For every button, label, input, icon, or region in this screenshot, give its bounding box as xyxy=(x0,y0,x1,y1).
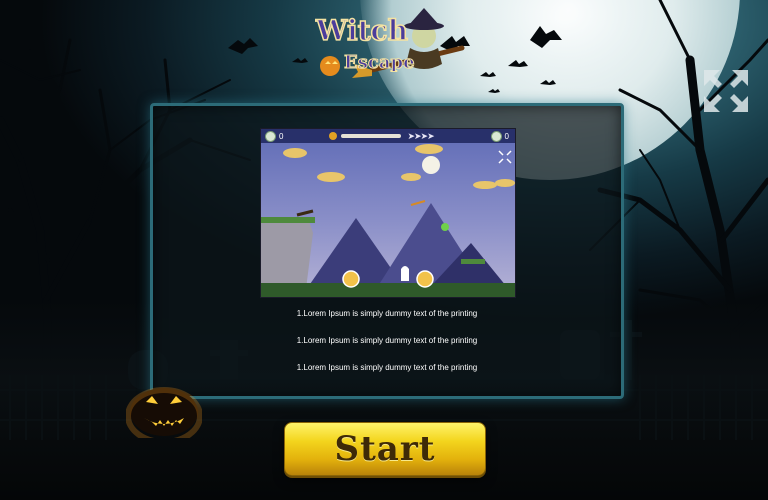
coin-icon xyxy=(265,130,276,142)
progress-bar xyxy=(341,134,402,138)
preview-scene xyxy=(261,144,515,297)
logo-title-line2: Escape xyxy=(344,52,415,73)
instruction-2: 1.Lorem Ipsum is simply dummy text of th… xyxy=(296,336,478,345)
start-button-label: Start xyxy=(334,429,436,469)
preview-score-left: 0 xyxy=(279,131,284,141)
instruction-1: 1.Lorem Ipsum is simply dummy text of th… xyxy=(296,309,478,318)
instructions-panel: 0 ➤➤➤➤ 0 1.Lorem Ipsum is simply dummy t… xyxy=(150,103,624,399)
game-logo: Witch Escape xyxy=(314,8,465,78)
coin-icon xyxy=(490,130,502,142)
preview-score-right: 0 xyxy=(504,131,509,141)
timer-icon xyxy=(329,132,338,140)
instruction-3: 1.Lorem Ipsum is simply dummy text of th… xyxy=(296,363,478,372)
gameplay-preview: 0 ➤➤➤➤ 0 xyxy=(260,128,516,298)
start-button[interactable]: Start xyxy=(284,422,486,476)
arrows-indicator: ➤➤➤➤ xyxy=(407,130,434,141)
fullscreen-icon[interactable] xyxy=(702,68,750,114)
pumpkin-icon xyxy=(126,387,202,438)
logo-title-line1: Witch xyxy=(315,14,408,47)
instructions-list: 1.Lorem Ipsum is simply dummy text of th… xyxy=(153,309,621,390)
preview-hud: 0 ➤➤➤➤ 0 xyxy=(261,129,515,143)
